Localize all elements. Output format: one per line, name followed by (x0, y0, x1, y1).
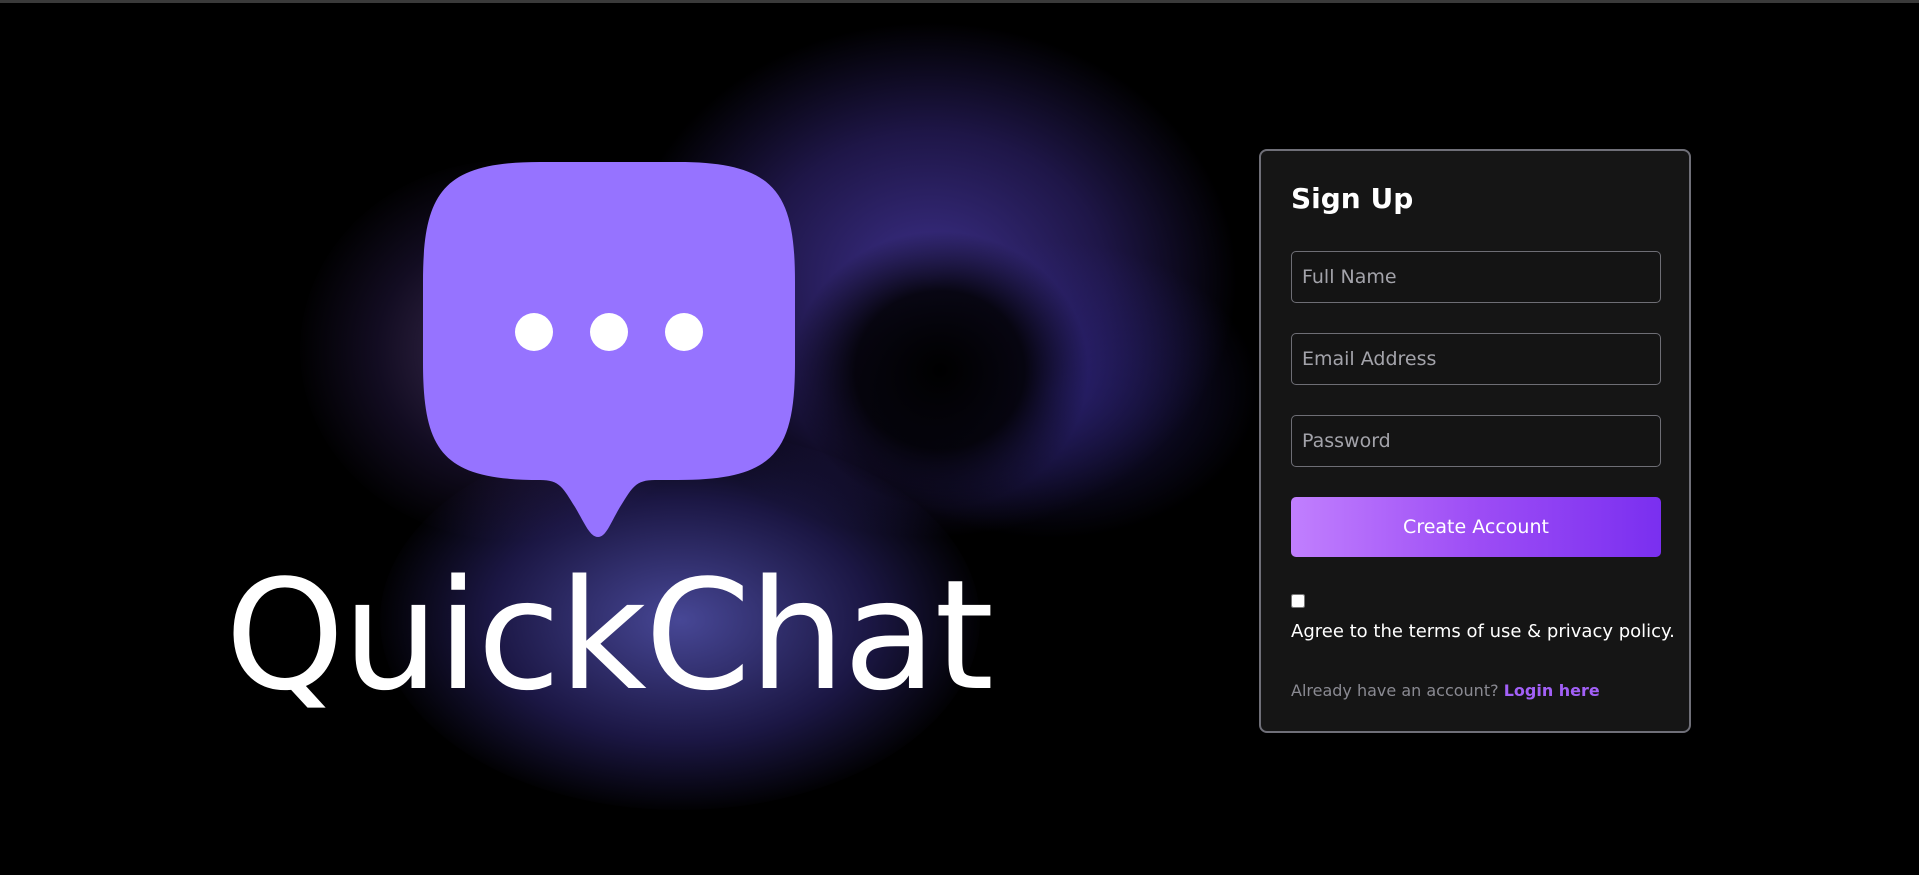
login-link[interactable]: Login here (1504, 681, 1600, 700)
signup-page: QuickChat Sign Up Create Account Agree t… (0, 0, 1919, 875)
background-shadow (790, 230, 1090, 510)
signup-title: Sign Up (1291, 182, 1414, 215)
create-account-button[interactable]: Create Account (1291, 497, 1661, 557)
full-name-input[interactable] (1291, 251, 1661, 303)
background-glow (840, 240, 1260, 540)
email-input[interactable] (1291, 333, 1661, 385)
login-prompt-text: Already have an account? (1291, 681, 1499, 700)
login-prompt-row: Already have an account? Login here (1291, 681, 1600, 700)
chat-bubble-ellipsis-icon (423, 162, 795, 537)
agree-terms-label: Agree to the terms of use & privacy poli… (1291, 621, 1675, 642)
brand-title: QuickChat (225, 547, 994, 724)
signup-form: Sign Up Create Account Agree to the term… (1259, 149, 1691, 733)
agree-terms-checkbox[interactable] (1291, 594, 1305, 608)
window-top-border (0, 0, 1919, 3)
password-input[interactable] (1291, 415, 1661, 467)
